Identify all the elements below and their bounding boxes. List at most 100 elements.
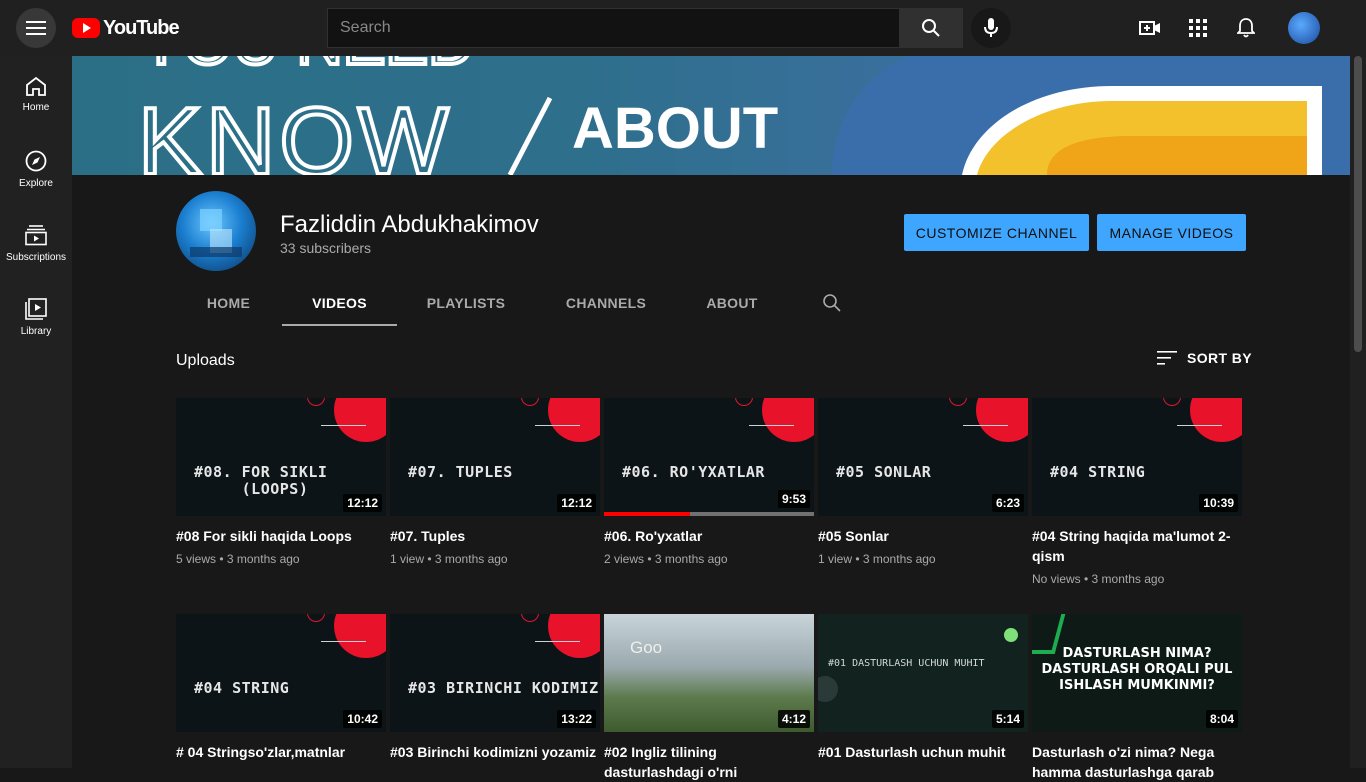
sidebar-item-label: Library	[20, 326, 52, 337]
youtube-logo[interactable]: YouTube	[72, 16, 180, 40]
sort-icon	[1157, 351, 1177, 365]
video-thumbnail[interactable]: #01 DASTURLASH UCHUN MUHIT 5:14	[818, 614, 1028, 732]
voice-search-button[interactable]	[971, 8, 1011, 48]
video-duration: 12:12	[343, 494, 382, 512]
sidebar-item-subscriptions[interactable]: Subscriptions	[0, 204, 72, 278]
thumbnail-text: DASTURLASH NIMA? DASTURLASH ORQALI PUL I…	[1041, 646, 1233, 693]
notifications-button[interactable]	[1226, 8, 1266, 48]
video-title[interactable]: #01 Dasturlash uchun muhit	[818, 742, 1028, 762]
video-thumbnail[interactable]: #06. RO'YXATLAR 9:53	[604, 398, 814, 516]
tab-playlists[interactable]: PLAYLISTS	[410, 279, 522, 326]
video-thumbnail[interactable]: #08. FOR SIKLI (LOOPS) 12:12	[176, 398, 386, 516]
video-title[interactable]: #02 Ingliz tilining dasturlashdagi o'rni	[604, 742, 814, 782]
channel-banner: YOU NEED KNOW ABOUT	[72, 56, 1350, 175]
search-icon	[922, 19, 940, 37]
library-icon	[25, 298, 47, 320]
video-thumbnail[interactable]: #07. TUPLES 12:12	[390, 398, 600, 516]
compass-icon	[25, 150, 47, 172]
channel-tabs: HOME VIDEOS PLAYLISTS CHANNELS ABOUT	[72, 279, 1350, 326]
uploads-title: Uploads	[176, 352, 235, 369]
tab-about[interactable]: ABOUT	[686, 279, 778, 326]
banner-line-1: YOU NEED	[140, 56, 474, 78]
video-duration: 13:22	[557, 710, 596, 728]
video-title[interactable]: #08 For sikli haqida Loops	[176, 526, 386, 546]
video-metadata: 1 view • 3 months ago	[818, 552, 936, 566]
video-duration: 10:39	[1199, 494, 1238, 512]
banner-line-3: ABOUT	[572, 96, 778, 161]
video-title[interactable]: #03 Birinchi kodimizni yozamiz	[390, 742, 600, 762]
menu-button[interactable]	[16, 8, 56, 48]
video-thumbnail[interactable]: #04 STRING 10:42	[176, 614, 386, 732]
video-thumbnail[interactable]: #03 BIRINCHI KODIMIZ 13:22	[390, 614, 600, 732]
video-card[interactable]: #04 STRING 10:39 #04 String haqida ma'lumo…	[1032, 398, 1242, 586]
video-duration: 10:42	[343, 710, 382, 728]
video-title[interactable]: #07. Tuples	[390, 526, 600, 546]
video-card[interactable]: DASTURLASH NIMA? DASTURLASH ORQALI PUL I…	[1032, 614, 1242, 782]
thumbnail-text: #05 SONLAR	[836, 463, 932, 481]
video-thumbnail[interactable]: #04 STRING 10:39	[1032, 398, 1242, 516]
sidebar-item-label: Home	[22, 102, 50, 113]
video-metadata: 5 views • 3 months ago	[176, 552, 300, 566]
video-card[interactable]: #03 BIRINCHI KODIMIZ 13:22 #03 Birinchi ko…	[390, 614, 600, 762]
video-duration: 5:14	[991, 710, 1024, 728]
video-duration: 6:23	[991, 494, 1024, 512]
video-card[interactable]: #04 STRING 10:42 # 04 Stringso'zlar,matnla…	[176, 614, 386, 762]
channel-header: Fazliddin Abdukhakimov 33 subscribers CU…	[72, 175, 1350, 326]
banner-artwork: YOU NEED KNOW ABOUT	[136, 56, 1350, 175]
watch-progress-bar	[604, 512, 814, 516]
sidebar-item-home[interactable]: Home	[0, 56, 72, 130]
video-title[interactable]: #05 Sonlar	[818, 526, 1028, 546]
video-card[interactable]: Goo 4:12 #02 Ingliz tilining dasturlashdag…	[604, 614, 814, 782]
top-bar: YouTube	[0, 0, 1366, 56]
sidebar-item-label: Subscriptions	[5, 252, 67, 263]
video-thumbnail[interactable]: #05 SONLAR 6:23	[818, 398, 1028, 516]
video-card[interactable]: #08. FOR SIKLI (LOOPS) 12:12 #08 For sikli…	[176, 398, 386, 566]
video-duration: 8:04	[1205, 710, 1238, 728]
create-video-button[interactable]	[1130, 8, 1170, 48]
channel-search-button[interactable]	[812, 279, 852, 326]
video-title[interactable]: #06. Ro'yxatlar	[604, 526, 814, 546]
sidebar-item-library[interactable]: Library	[0, 278, 72, 352]
sort-by-button[interactable]: SORT BY	[1157, 350, 1252, 366]
tab-videos[interactable]: VIDEOS	[282, 279, 397, 326]
channel-avatar[interactable]	[176, 191, 256, 271]
apps-grid-icon	[1189, 19, 1207, 37]
thumbnail-text: #04 STRING	[194, 679, 290, 697]
tab-channels[interactable]: CHANNELS	[548, 279, 664, 326]
banner-line-2: KNOW	[138, 88, 453, 175]
video-card[interactable]: #06. RO'YXATLAR 9:53 #06. Ro'yxatlar 2 view…	[604, 398, 814, 566]
video-metadata: 2 views • 3 months ago	[604, 552, 728, 566]
uploads-section: Uploads SORT BY #08. FOR SIKLI (LOOPS) 12…	[72, 326, 1350, 780]
video-title[interactable]: #04 String haqida ma'lumot 2-qism	[1032, 526, 1242, 566]
manage-videos-button[interactable]: MANAGE VIDEOS	[1097, 214, 1246, 251]
video-title[interactable]: # 04 Stringso'zlar,matnlar	[176, 742, 386, 762]
thumbnail-text: #01 DASTURLASH UCHUN MUHIT	[828, 658, 985, 669]
logo-text: YouTube	[103, 16, 180, 39]
account-avatar[interactable]	[1288, 12, 1320, 44]
video-duration: 9:53	[777, 490, 810, 508]
microphone-icon	[984, 18, 998, 37]
video-card[interactable]: #07. TUPLES 12:12 #07. Tuples 1 view • 3 mo…	[390, 398, 600, 566]
home-icon	[26, 76, 46, 96]
video-duration: 4:12	[777, 710, 810, 728]
scrollbar-thumb[interactable]	[1354, 56, 1362, 352]
video-card[interactable]: #01 DASTURLASH UCHUN MUHIT 5:14 #01 Dastur…	[818, 614, 1028, 762]
bell-icon	[1237, 18, 1255, 38]
create-video-icon	[1139, 21, 1160, 35]
hamburger-icon	[26, 21, 46, 35]
thumbnail-text: #08. FOR SIKLI (LOOPS)	[194, 463, 328, 498]
video-card[interactable]: #05 SONLAR 6:23 #05 Sonlar 1 view • 3 month…	[818, 398, 1028, 566]
scrollbar[interactable]	[1350, 56, 1366, 768]
sidebar-item-explore[interactable]: Explore	[0, 130, 72, 204]
apps-button[interactable]	[1178, 8, 1218, 48]
video-thumbnail[interactable]: DASTURLASH NIMA? DASTURLASH ORQALI PUL I…	[1032, 614, 1242, 732]
search-button[interactable]	[899, 8, 963, 48]
video-title[interactable]: Dasturlash o'zi nima? Nega hamma dasturl…	[1032, 742, 1242, 782]
video-thumbnail[interactable]: Goo 4:12	[604, 614, 814, 732]
thumbnail-text: #03 BIRINCHI KODIMIZ	[408, 679, 599, 697]
search-input[interactable]	[328, 9, 899, 47]
search-icon	[823, 293, 841, 312]
customize-channel-button[interactable]: CUSTOMIZE CHANNEL	[904, 214, 1089, 251]
tab-home[interactable]: HOME	[188, 279, 269, 326]
search-box	[327, 8, 900, 48]
